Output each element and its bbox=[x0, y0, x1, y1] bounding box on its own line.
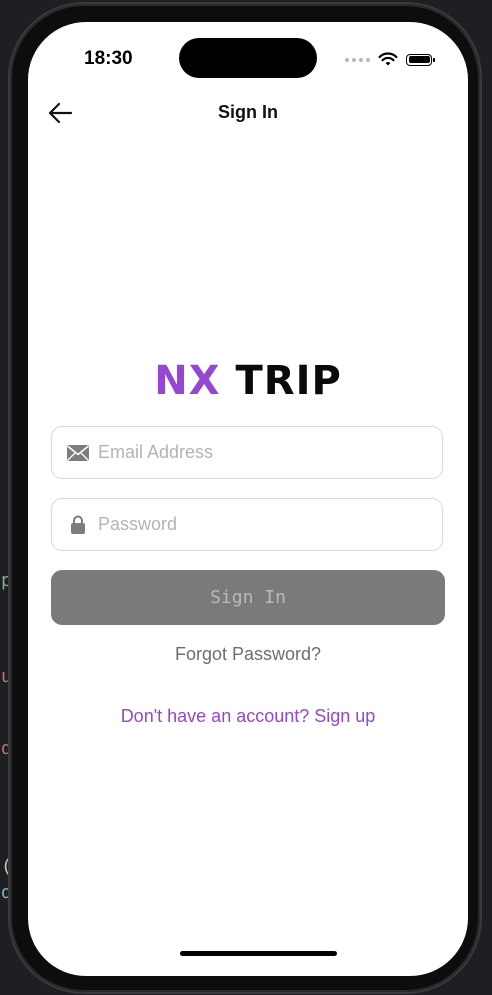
email-input[interactable] bbox=[96, 441, 420, 464]
battery-icon bbox=[406, 53, 435, 66]
lock-icon bbox=[66, 513, 90, 537]
page-title: Sign In bbox=[218, 102, 278, 122]
password-field[interactable] bbox=[51, 498, 443, 551]
sign-up-link[interactable]: Don't have an account? Sign up bbox=[28, 706, 468, 727]
sign-in-button[interactable]: Sign In bbox=[51, 570, 445, 625]
app-logo: NX TRIP bbox=[28, 358, 468, 404]
password-input[interactable] bbox=[96, 513, 420, 536]
forgot-password-link[interactable]: Forgot Password? bbox=[28, 644, 468, 665]
status-icons bbox=[345, 52, 435, 67]
email-field[interactable] bbox=[51, 426, 443, 479]
logo-trip: TRIP bbox=[235, 358, 342, 404]
signal-dots-icon bbox=[345, 57, 370, 62]
envelope-icon bbox=[66, 441, 90, 465]
phone-frame: 18:30 Sign In NX TRIP Email Address Sign… bbox=[10, 4, 480, 992]
app-screen: 18:30 Sign In NX TRIP Email Address Sign… bbox=[28, 22, 468, 976]
status-time: 18:30 bbox=[84, 48, 133, 69]
home-indicator bbox=[180, 951, 337, 956]
dynamic-island bbox=[179, 38, 317, 78]
logo-nx: NX bbox=[154, 358, 221, 404]
wifi-icon bbox=[378, 52, 398, 66]
